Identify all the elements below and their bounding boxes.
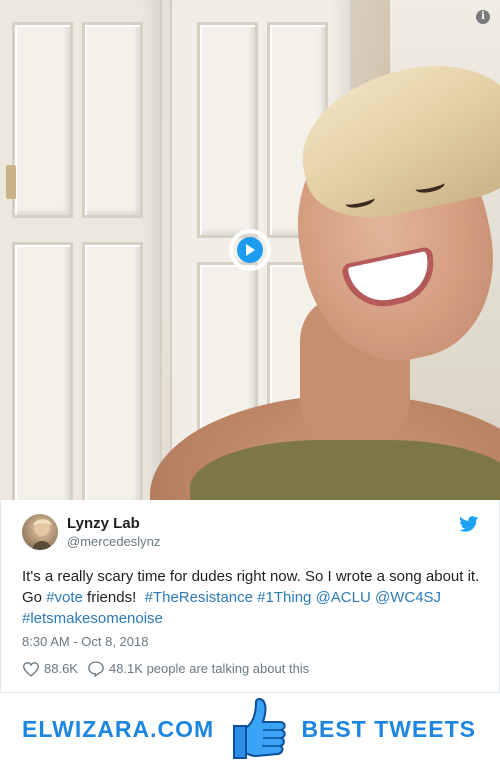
author-display-name[interactable]: Lynzy Lab [67,515,140,532]
tweet-text-segment [441,589,445,606]
tweet-link[interactable]: @ACLU [316,589,371,606]
site-name[interactable]: ELWIZARA.COM [22,716,214,743]
reply-button[interactable]: 48.1K people are talking about this [87,660,309,677]
tweet-link[interactable]: #letsmakesomenoise [22,610,163,627]
tweet-link[interactable]: #1Thing [257,589,311,606]
tweet-video[interactable]: i [0,0,500,500]
background-door [0,0,162,500]
avatar[interactable] [22,514,58,550]
heart-icon [23,661,39,677]
tweet-text: It's a really scary time for dudes right… [22,566,482,629]
tweet-actions: 88.6K 48.1K people are talking about thi… [22,660,318,677]
best-tweets-tagline: BEST TWEETS [301,716,476,742]
tweet-card: Lynzy Lab @mercedeslynz It's a really sc… [0,500,500,693]
conversation-text: 48.1K people are talking about this [108,661,310,676]
play-icon [237,237,263,263]
speech-bubble-icon [88,661,104,677]
tweet-link[interactable]: #vote [46,589,83,606]
play-button[interactable] [229,229,271,271]
like-count: 88.6K [44,661,78,676]
thumbs-up-icon [226,696,290,767]
info-icon[interactable]: i [476,10,490,24]
site-banner: ELWIZARA.COM BEST TWEETS [0,694,500,766]
door-hinge [6,165,16,199]
tweet-timestamp[interactable]: 8:30 AM - Oct 8, 2018 [22,634,148,649]
tweet-link[interactable]: #TheResistance [145,589,253,606]
tweet-link[interactable]: @WC4SJ [375,589,441,606]
tweet-text-segment: friends! [82,589,145,606]
like-button[interactable]: 88.6K [22,661,78,677]
author-handle[interactable]: @mercedeslynz [67,534,160,549]
twitter-bird-icon[interactable] [459,516,479,537]
